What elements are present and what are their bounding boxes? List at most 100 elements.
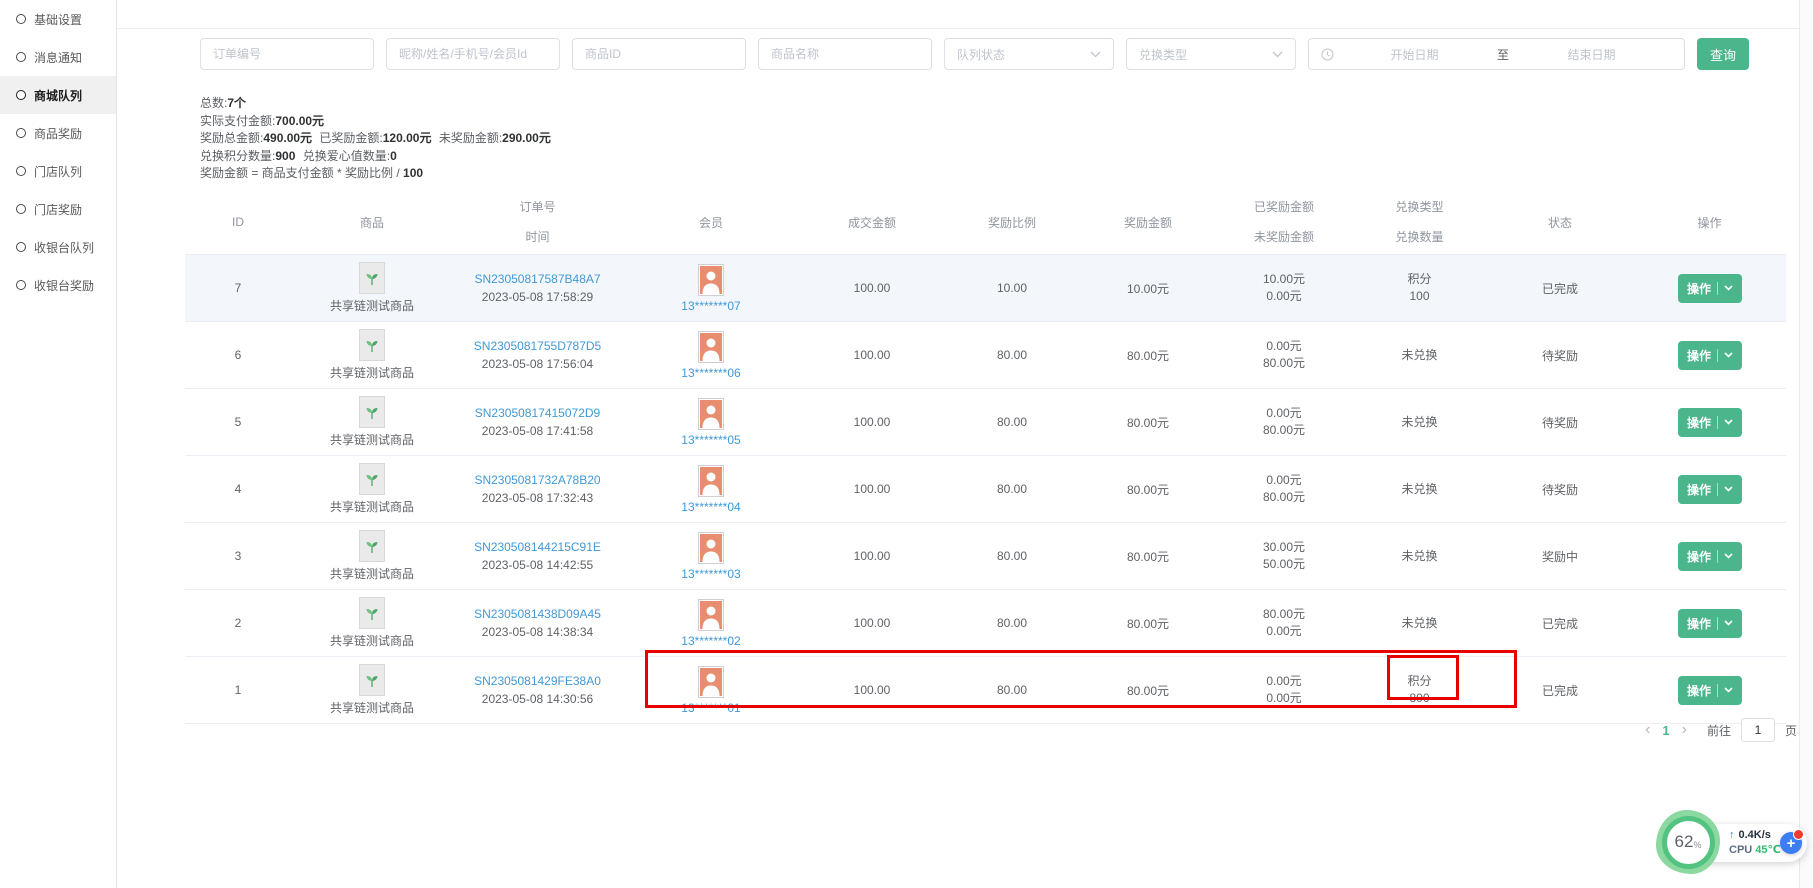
chevron-down-icon[interactable] xyxy=(1718,285,1741,291)
plant-icon xyxy=(365,404,379,420)
reward-amount: 10.00元 xyxy=(1127,282,1169,296)
sidebar-item-7[interactable]: 收银台奖励 xyxy=(0,266,116,304)
action-button[interactable]: 操作 xyxy=(1678,274,1742,303)
member-link[interactable]: 13*******01 xyxy=(681,701,740,715)
reward-ratio: 80.00 xyxy=(997,348,1027,362)
member-link[interactable]: 13*******06 xyxy=(681,366,740,380)
product-image xyxy=(359,530,385,562)
sidebar-menu: 基础设置 消息通知 商城队列 商品奖励 门店队列 门店奖励 收银台队列 收银台奖… xyxy=(0,0,117,888)
chevron-down-icon[interactable] xyxy=(1718,553,1741,559)
table-row: 4 共享链测试商品 SN2305081732A78B20 2023-05-08 … xyxy=(185,456,1786,523)
order-no-link[interactable]: SN2305081429FE38A0 xyxy=(474,674,601,688)
rewarded-amount: 0.00元 xyxy=(1216,338,1352,355)
member-avatar[interactable] xyxy=(698,532,724,564)
action-button[interactable]: 操作 xyxy=(1678,341,1742,370)
sidebar-item-1[interactable]: 消息通知 xyxy=(0,38,116,76)
chevron-down-icon[interactable] xyxy=(1718,620,1741,626)
person-icon xyxy=(700,601,722,629)
member-link[interactable]: 13*******07 xyxy=(681,299,740,313)
col-header-id: ID xyxy=(185,190,291,255)
person-icon xyxy=(700,467,722,495)
product-name: 共享链测试商品 xyxy=(291,431,453,448)
chevron-down-icon[interactable] xyxy=(1718,687,1741,693)
person-icon xyxy=(700,668,722,696)
summary-stats: 总数:7个 实际支付金额:700.00元 奖励总金额:490.00元 已奖励金额… xyxy=(200,95,555,183)
reward-amount: 80.00元 xyxy=(1127,483,1169,497)
order-no-link[interactable]: SN2305081438D09A45 xyxy=(474,607,601,621)
deal-amount: 100.00 xyxy=(854,616,891,630)
prev-page-button[interactable]: ‹ xyxy=(1643,722,1652,738)
radio-circle-icon xyxy=(16,90,26,100)
order-no-link[interactable]: SN2305081732A78B20 xyxy=(474,473,600,487)
product-image xyxy=(359,463,385,495)
action-button[interactable]: 操作 xyxy=(1678,609,1742,638)
sidebar-item-0[interactable]: 基础设置 xyxy=(0,0,116,38)
action-button[interactable]: 操作 xyxy=(1678,475,1742,504)
order-no-link[interactable]: SN230508144215C91E xyxy=(474,540,601,554)
order-time: 2023-05-08 14:30:56 xyxy=(453,692,622,706)
order-no-link[interactable]: SN2305081755D787D5 xyxy=(474,339,601,353)
member-avatar[interactable] xyxy=(698,599,724,631)
exchange-type-select[interactable]: 兑换类型 xyxy=(1126,38,1296,70)
order-time: 2023-05-08 14:42:55 xyxy=(453,558,622,572)
action-button[interactable]: 操作 xyxy=(1678,542,1742,571)
rewarded-amount: 0.00元 xyxy=(1216,405,1352,422)
product-id-input[interactable] xyxy=(572,38,746,70)
product-name-input[interactable] xyxy=(758,38,932,70)
col-header-member: 会员 xyxy=(622,190,800,255)
chevron-down-icon[interactable] xyxy=(1718,486,1741,492)
memory-percent-value: 62 xyxy=(1675,832,1694,852)
plant-icon xyxy=(365,672,379,688)
monitor-plus-button[interactable]: + xyxy=(1780,832,1802,854)
queue-status-select[interactable]: 队列状态 xyxy=(944,38,1114,70)
member-avatar[interactable] xyxy=(698,264,724,296)
scrollbar[interactable] xyxy=(1799,0,1813,888)
notification-dot xyxy=(1793,829,1804,840)
page-unit-label: 页 xyxy=(1785,722,1797,739)
status-text: 已完成 xyxy=(1542,617,1578,631)
member-link[interactable]: 13*******02 xyxy=(681,634,740,648)
start-date-input[interactable]: 开始日期 xyxy=(1334,46,1495,63)
unrewarded-amount: 0.00元 xyxy=(1216,623,1352,640)
action-button[interactable]: 操作 xyxy=(1678,408,1742,437)
next-page-button[interactable]: › xyxy=(1680,722,1689,738)
sidebar-item-2[interactable]: 商城队列 xyxy=(0,76,116,114)
unrewarded-amount: 80.00元 xyxy=(1216,422,1352,439)
member-link[interactable]: 13*******04 xyxy=(681,500,740,514)
date-separator: 至 xyxy=(1495,46,1511,63)
member-avatar[interactable] xyxy=(698,465,724,497)
member-avatar[interactable] xyxy=(698,331,724,363)
summary-formula: 奖励金额 = 商品支付金额 * 奖励比例 / 100 xyxy=(200,165,555,183)
memory-percent-ring[interactable]: 62 % xyxy=(1656,810,1720,874)
member-link[interactable]: 13*******03 xyxy=(681,567,740,581)
sidebar-item-5[interactable]: 门店奖励 xyxy=(0,190,116,228)
order-time: 2023-05-08 14:38:34 xyxy=(453,625,622,639)
sidebar-item-4[interactable]: 门店队列 xyxy=(0,152,116,190)
table-row: 7 共享链测试商品 SN23050817587B48A7 2023-05-08 … xyxy=(185,255,1786,322)
member-avatar[interactable] xyxy=(698,666,724,698)
order-no-input[interactable] xyxy=(200,38,374,70)
chevron-down-icon[interactable] xyxy=(1718,419,1741,425)
chevron-down-icon[interactable] xyxy=(1718,352,1741,358)
date-range-picker[interactable]: 开始日期 至 结束日期 xyxy=(1308,38,1685,70)
product-image xyxy=(359,329,385,361)
action-button[interactable]: 操作 xyxy=(1678,676,1742,705)
sidebar-item-6[interactable]: 收银台队列 xyxy=(0,228,116,266)
sidebar-item-3[interactable]: 商品奖励 xyxy=(0,114,116,152)
end-date-input[interactable]: 结束日期 xyxy=(1511,46,1672,63)
col-header-product: 商品 xyxy=(291,190,453,255)
search-button[interactable]: 查询 xyxy=(1697,38,1749,70)
product-image xyxy=(359,664,385,696)
queue-table-body: 7 共享链测试商品 SN23050817587B48A7 2023-05-08 … xyxy=(185,255,1786,724)
col-header-ratio: 奖励比例 xyxy=(944,190,1080,255)
reward-ratio: 10.00 xyxy=(997,281,1027,295)
member-link[interactable]: 13*******05 xyxy=(681,433,740,447)
current-page-number[interactable]: 1 xyxy=(1662,723,1669,738)
goto-page-input[interactable] xyxy=(1741,718,1775,742)
order-no-link[interactable]: SN23050817415072D9 xyxy=(475,406,600,420)
order-no-link[interactable]: SN23050817587B48A7 xyxy=(474,272,600,286)
row-id: 5 xyxy=(235,415,242,429)
reward-ratio: 80.00 xyxy=(997,549,1027,563)
member-avatar[interactable] xyxy=(698,398,724,430)
member-search-input[interactable] xyxy=(386,38,560,70)
